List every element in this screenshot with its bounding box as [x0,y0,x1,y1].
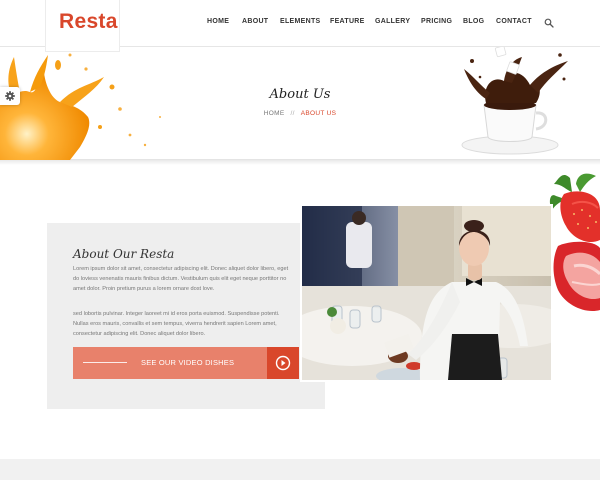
breadcrumb-current: ABOUT US [300,110,337,117]
settings-panel-toggle[interactable] [0,87,20,105]
breadcrumb-separator: // [290,110,295,117]
about-paragraph-1: Lorem ipsum dolor sit amet, consectetur … [73,266,289,292]
video-dishes-button[interactable]: SEE OUR VIDEO DISHES [73,347,299,379]
orange-splash-image [0,53,161,160]
next-section-strip [0,459,600,480]
page-title: About Us [269,87,331,102]
about-title: About Our Resta [73,247,175,261]
nav-item-blog[interactable]: BLOG [463,18,484,25]
play-icon [275,355,291,371]
main-nav: HOME ABOUT ELEMENTS FEATURE GALLERY PRIC… [0,18,600,30]
nav-item-pricing[interactable]: PRICING [421,18,452,25]
nav-item-home[interactable]: HOME [207,18,229,25]
gear-icon [5,91,15,101]
cta-icon-box[interactable] [267,347,299,379]
cta-decor-line [83,362,127,363]
waitress-photo [282,206,572,384]
breadcrumb-home-link[interactable]: HOME [264,110,285,117]
strawberry-image [549,173,600,312]
cta-label: SEE OUR VIDEO DISHES [141,358,235,367]
site-header: Resta HOME ABOUT ELEMENTS FEATURE GALLER… [0,0,600,52]
about-card: About Our Resta Lorem ipsum dolor sit am… [47,223,325,409]
breadcrumb: HOME // ABOUT US [0,110,600,117]
nav-item-feature[interactable]: FEATURE [330,18,365,25]
nav-item-contact[interactable]: CONTACT [496,18,532,25]
nav-item-about[interactable]: ABOUT [242,18,268,25]
about-photo-frame [282,204,572,384]
page-banner: About Us HOME // ABOUT US [0,47,600,160]
nav-item-elements[interactable]: ELEMENTS [280,18,321,25]
about-paragraph-2: sed lobortis pulvinar. Integer laoreet m… [73,311,280,337]
search-icon[interactable] [544,18,554,28]
nav-item-gallery[interactable]: GALLERY [375,18,410,25]
banner-divider [0,160,600,165]
coffee-cup-image [461,47,568,155]
